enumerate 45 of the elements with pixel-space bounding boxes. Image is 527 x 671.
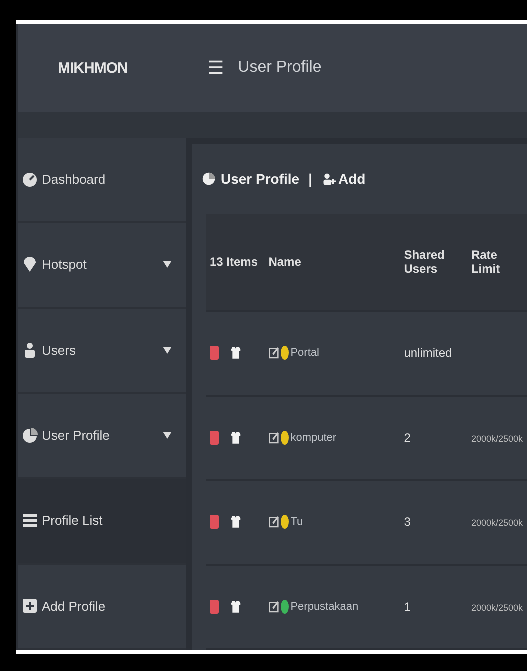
table-cell: 2000k/2500k [471,518,523,528]
profile-name: Perpustakaan [290,600,359,613]
profile-name: komputer [290,432,337,444]
card-title: User Profile [221,171,300,187]
separator-text: | [308,171,313,187]
table-cell: 1 [404,600,411,614]
sidebar-item[interactable]: Hotspot [18,223,186,309]
remove-button[interactable] [210,430,219,445]
column-header: Rate Limit [471,248,500,276]
profile-name: Portal [290,347,320,360]
shirt-icon[interactable] [231,600,241,614]
sidebar-item[interactable]: Profile List [18,479,186,565]
remove-button[interactable] [210,600,219,614]
sidebar-item[interactable]: Add Profile [18,564,186,650]
edit-icon[interactable] [268,515,279,530]
users-icon [22,341,38,360]
column-header: Name [268,255,302,269]
remove-button[interactable] [210,346,219,360]
edit-icon[interactable] [268,600,279,614]
column-header: Shared Users [404,248,445,276]
shirt-icon[interactable] [231,346,241,360]
edit-icon[interactable] [268,430,279,445]
shirt-icon[interactable] [231,515,241,530]
column-header: 13 Items [210,255,258,269]
table-cell: 2 [404,430,411,445]
shirt-icon[interactable] [231,430,241,445]
sidebar-item[interactable]: Dashboard [18,138,186,224]
pie-chart-icon [22,426,38,445]
add-user-icon [322,171,336,187]
remove-button[interactable] [210,515,219,530]
location-pin-icon [22,256,38,274]
list-icon [22,512,38,530]
edit-icon[interactable] [268,346,279,360]
add-link[interactable]: Add [322,171,366,187]
table-cell: 3 [404,515,411,530]
dashboard-icon [22,170,38,189]
page-title: User Profile [238,59,322,77]
table-cell: 2000k/2500k [471,434,523,444]
brand-name: MIKHMON [57,60,129,76]
sidebar-item[interactable]: Users [18,308,186,394]
table-cell: 2000k/2500k [471,602,523,613]
table-cell: unlimited [404,346,452,360]
profile-name: Tu [290,516,304,528]
pie-chart-icon [202,171,216,187]
plus-square-icon [22,597,38,616]
